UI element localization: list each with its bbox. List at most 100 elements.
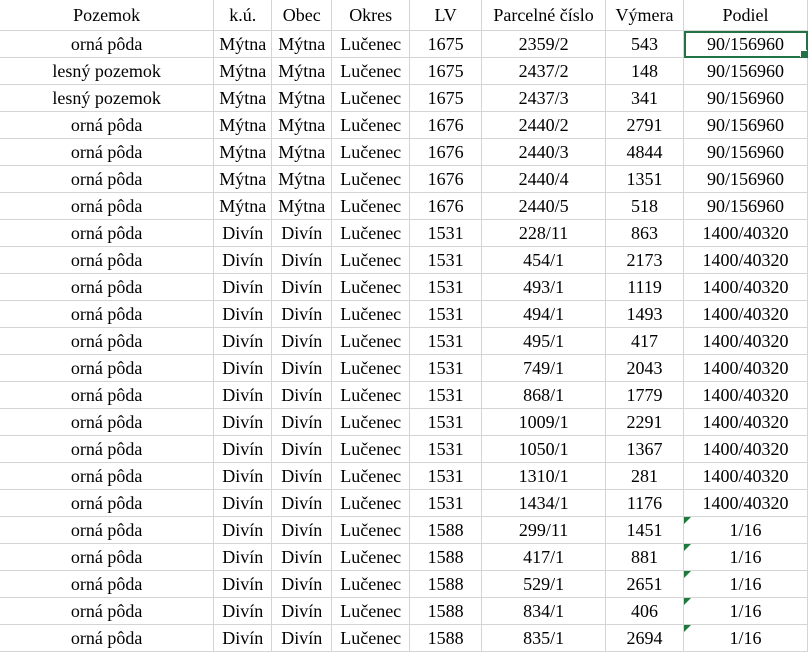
cell-parcelne-cislo[interactable]: 493/1 <box>481 273 607 301</box>
cell-ku[interactable]: Divín <box>213 570 273 598</box>
cell-vymera[interactable]: 1493 <box>605 300 684 328</box>
cell-pozemok[interactable]: orná pôda <box>0 597 215 625</box>
cell-lv[interactable]: 1531 <box>409 381 483 409</box>
cell-parcelne-cislo[interactable]: 495/1 <box>481 327 607 355</box>
cell-ku[interactable]: Mýtna <box>213 30 273 58</box>
cell-pozemok[interactable]: orná pôda <box>0 327 215 355</box>
cell-okres[interactable]: Lučenec <box>331 30 411 58</box>
cell-lv[interactable]: 1531 <box>409 408 483 436</box>
cell-ku[interactable]: Divín <box>213 543 273 571</box>
cell-ku[interactable]: Divín <box>213 219 273 247</box>
cell-ku[interactable]: Divín <box>213 462 273 490</box>
cell-parcelne-cislo[interactable]: 299/11 <box>481 516 607 544</box>
cell-lv[interactable]: 1676 <box>409 165 483 193</box>
column-header-okres[interactable]: Okres <box>331 0 411 31</box>
cell-podiel[interactable]: 1400/40320 <box>683 408 808 436</box>
cell-obec[interactable]: Mýtna <box>271 84 333 112</box>
column-header-ku[interactable]: k.ú. <box>213 0 273 31</box>
cell-vymera[interactable]: 4844 <box>605 138 684 166</box>
cell-obec[interactable]: Divín <box>271 543 333 571</box>
cell-podiel[interactable]: 1400/40320 <box>683 273 808 301</box>
error-indicator-icon[interactable] <box>684 544 691 551</box>
cell-pozemok[interactable]: lesný pozemok <box>0 57 215 85</box>
cell-lv[interactable]: 1588 <box>409 543 483 571</box>
cell-parcelne-cislo[interactable]: 2437/3 <box>481 84 607 112</box>
cell-ku[interactable]: Divín <box>213 435 273 463</box>
error-indicator-icon[interactable] <box>684 625 691 632</box>
cell-okres[interactable]: Lučenec <box>331 489 411 517</box>
cell-ku[interactable]: Divín <box>213 327 273 355</box>
cell-obec[interactable]: Divín <box>271 435 333 463</box>
cell-vymera[interactable]: 406 <box>605 597 684 625</box>
cell-podiel[interactable]: 90/156960 <box>683 192 808 220</box>
cell-obec[interactable]: Divín <box>271 408 333 436</box>
error-indicator-icon[interactable] <box>684 598 691 605</box>
cell-okres[interactable]: Lučenec <box>331 246 411 274</box>
cell-podiel[interactable]: 1400/40320 <box>683 462 808 490</box>
cell-podiel[interactable]: 90/156960 <box>683 165 808 193</box>
cell-obec[interactable]: Divín <box>271 624 333 652</box>
cell-ku[interactable]: Divín <box>213 516 273 544</box>
cell-ku[interactable]: Mýtna <box>213 57 273 85</box>
cell-lv[interactable]: 1588 <box>409 516 483 544</box>
cell-parcelne-cislo[interactable]: 228/11 <box>481 219 607 247</box>
cell-pozemok[interactable]: orná pôda <box>0 300 215 328</box>
column-header-obec[interactable]: Obec <box>271 0 333 31</box>
cell-lv[interactable]: 1588 <box>409 570 483 598</box>
column-header-parcelne-cislo[interactable]: Parcelné číslo <box>481 0 607 31</box>
cell-podiel[interactable]: 90/156960 <box>683 138 808 166</box>
cell-ku[interactable]: Mýtna <box>213 165 273 193</box>
cell-lv[interactable]: 1588 <box>409 597 483 625</box>
cell-obec[interactable]: Mýtna <box>271 192 333 220</box>
cell-parcelne-cislo[interactable]: 749/1 <box>481 354 607 382</box>
cell-vymera[interactable]: 1779 <box>605 381 684 409</box>
cell-obec[interactable]: Mýtna <box>271 138 333 166</box>
cell-podiel[interactable]: 1400/40320 <box>683 381 808 409</box>
cell-vymera[interactable]: 2043 <box>605 354 684 382</box>
cell-obec[interactable]: Divín <box>271 516 333 544</box>
cell-pozemok[interactable]: orná pôda <box>0 165 215 193</box>
cell-ku[interactable]: Divín <box>213 246 273 274</box>
cell-obec[interactable]: Divín <box>271 219 333 247</box>
cell-pozemok[interactable]: lesný pozemok <box>0 84 215 112</box>
fill-handle[interactable] <box>800 50 807 57</box>
cell-ku[interactable]: Divín <box>213 489 273 517</box>
cell-okres[interactable]: Lučenec <box>331 543 411 571</box>
cell-parcelne-cislo[interactable]: 454/1 <box>481 246 607 274</box>
cell-vymera[interactable]: 2694 <box>605 624 684 652</box>
cell-okres[interactable]: Lučenec <box>331 300 411 328</box>
cell-vymera[interactable]: 1351 <box>605 165 684 193</box>
cell-podiel[interactable]: 1400/40320 <box>683 489 808 517</box>
cell-vymera[interactable]: 1367 <box>605 435 684 463</box>
cell-lv[interactable]: 1531 <box>409 435 483 463</box>
cell-obec[interactable]: Divín <box>271 381 333 409</box>
cell-okres[interactable]: Lučenec <box>331 408 411 436</box>
cell-vymera[interactable]: 543 <box>605 30 684 58</box>
cell-okres[interactable]: Lučenec <box>331 381 411 409</box>
cell-parcelne-cislo[interactable]: 529/1 <box>481 570 607 598</box>
cell-vymera[interactable]: 2791 <box>605 111 684 139</box>
cell-obec[interactable]: Divín <box>271 597 333 625</box>
cell-pozemok[interactable]: orná pôda <box>0 408 215 436</box>
cell-okres[interactable]: Lučenec <box>331 273 411 301</box>
cell-pozemok[interactable]: orná pôda <box>0 246 215 274</box>
cell-okres[interactable]: Lučenec <box>331 192 411 220</box>
cell-pozemok[interactable]: orná pôda <box>0 516 215 544</box>
cell-parcelne-cislo[interactable]: 2440/2 <box>481 111 607 139</box>
cell-vymera[interactable]: 1451 <box>605 516 684 544</box>
cell-parcelne-cislo[interactable]: 835/1 <box>481 624 607 652</box>
cell-podiel[interactable]: 1400/40320 <box>683 435 808 463</box>
cell-pozemok[interactable]: orná pôda <box>0 30 215 58</box>
cell-vymera[interactable]: 518 <box>605 192 684 220</box>
cell-lv[interactable]: 1675 <box>409 57 483 85</box>
cell-lv[interactable]: 1531 <box>409 273 483 301</box>
cell-lv[interactable]: 1531 <box>409 327 483 355</box>
cell-okres[interactable]: Lučenec <box>331 624 411 652</box>
cell-lv[interactable]: 1531 <box>409 246 483 274</box>
cell-lv[interactable]: 1531 <box>409 354 483 382</box>
cell-podiel[interactable]: 90/156960 <box>683 84 808 112</box>
cell-vymera[interactable]: 2651 <box>605 570 684 598</box>
cell-podiel[interactable]: 1400/40320 <box>683 327 808 355</box>
cell-podiel[interactable]: 1400/40320 <box>683 219 808 247</box>
cell-podiel[interactable]: 1400/40320 <box>683 354 808 382</box>
